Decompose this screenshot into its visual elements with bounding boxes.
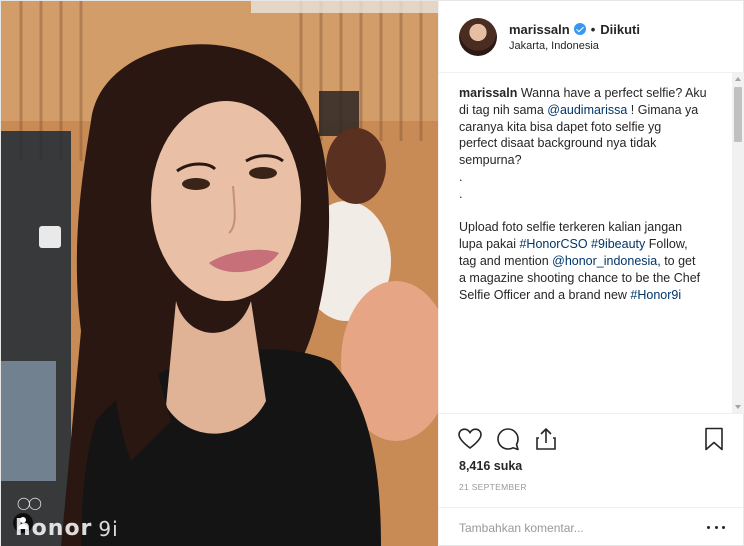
location-link[interactable]: Jakarta, Indonesia [509, 40, 640, 52]
post-date[interactable]: 21 SEPTEMBER [459, 482, 527, 492]
separator-dot: • [590, 21, 596, 37]
comment-bar [439, 507, 744, 546]
caption-line: di tag nih sama @audimarissa ! Gimana ya [459, 102, 727, 119]
hashtag-link[interactable]: #Honor9i [630, 288, 681, 302]
username-link[interactable]: marissaln [509, 22, 570, 37]
likes-count[interactable]: 8,416 suka [459, 459, 522, 473]
caption-text: Follow, [645, 237, 688, 252]
scroll-up-arrow-icon[interactable] [732, 73, 744, 85]
post-actions: 8,416 suka 21 SEPTEMBER [439, 413, 744, 507]
caption-text: lupa pakai [459, 237, 520, 252]
watermark-rings: ◯◯ [17, 496, 42, 510]
post-caption: marissaln Wanna have a perfect selfie? A… [459, 85, 727, 303]
watermark-brand: honor [15, 516, 93, 541]
caption-line: Upload foto selfie terkeren kalian janga… [459, 220, 683, 235]
header-text: marissaln • Diikuti Jakarta, Indonesia [509, 22, 640, 52]
comment-icon[interactable] [495, 426, 521, 452]
caption-username[interactable]: marissaln [459, 86, 517, 100]
avatar[interactable] [459, 17, 497, 56]
post-side-panel: marissaln • Diikuti Jakarta, Indonesia m… [438, 1, 744, 546]
watermark-model: 9i [98, 517, 119, 541]
action-icons [457, 426, 559, 452]
caption-text: tag and mention [459, 253, 553, 268]
comment-input[interactable] [459, 520, 707, 535]
hashtag-link[interactable]: #9ibeauty [591, 237, 645, 251]
header-line: marissaln • Diikuti [509, 22, 640, 37]
follow-status-button[interactable]: Diikuti [600, 22, 640, 37]
caption-line: tag and mention @honor_indonesia, to get [459, 253, 727, 270]
scroll-thumb[interactable] [734, 87, 742, 142]
caption-line: . [459, 169, 463, 184]
caption-line: a magazine shooting chance to be the Che… [459, 270, 701, 285]
caption-text: Wanna have a perfect selfie? Aku [517, 86, 707, 100]
caption-scrollbar[interactable] [732, 73, 744, 413]
scroll-down-arrow-icon[interactable] [732, 401, 744, 413]
caption-text: , to get [657, 253, 696, 268]
instagram-post: ◯◯ honor 9i marissaln • Diikuti Jakarta,… [0, 0, 744, 546]
caption-line: caranya kita bisa dapet foto selfie yg [459, 119, 662, 134]
more-options-icon[interactable] [707, 523, 725, 533]
selfie-image [1, 1, 438, 546]
caption-line: lupa pakai #HonorCSO #9ibeauty Follow, [459, 236, 727, 253]
bookmark-icon[interactable] [701, 426, 727, 452]
caption-text: Selfie Officer and a brand new [459, 287, 631, 302]
post-header: marissaln • Diikuti Jakarta, Indonesia [439, 1, 744, 73]
heart-icon[interactable] [457, 426, 483, 452]
caption-line: . [459, 186, 463, 201]
caption-line: marissaln Wanna have a perfect selfie? A… [459, 85, 727, 102]
caption-line: sempurna? [459, 153, 522, 168]
honor-watermark: ◯◯ honor 9i [15, 496, 119, 541]
caption-line: Selfie Officer and a brand new #Honor9i [459, 287, 727, 304]
hashtag-link[interactable]: #HonorCSO [519, 237, 587, 251]
caption-text: di tag nih sama [459, 102, 548, 117]
caption-text: ! Gimana ya [627, 102, 699, 117]
mention-link[interactable]: @honor_indonesia [552, 254, 657, 268]
mention-link[interactable]: @audimarissa [547, 103, 627, 117]
verified-badge-icon [573, 23, 586, 35]
post-photo[interactable]: ◯◯ honor 9i [1, 1, 438, 546]
caption-line: perfect disaat background nya tidak [459, 136, 657, 151]
share-icon[interactable] [533, 426, 559, 452]
